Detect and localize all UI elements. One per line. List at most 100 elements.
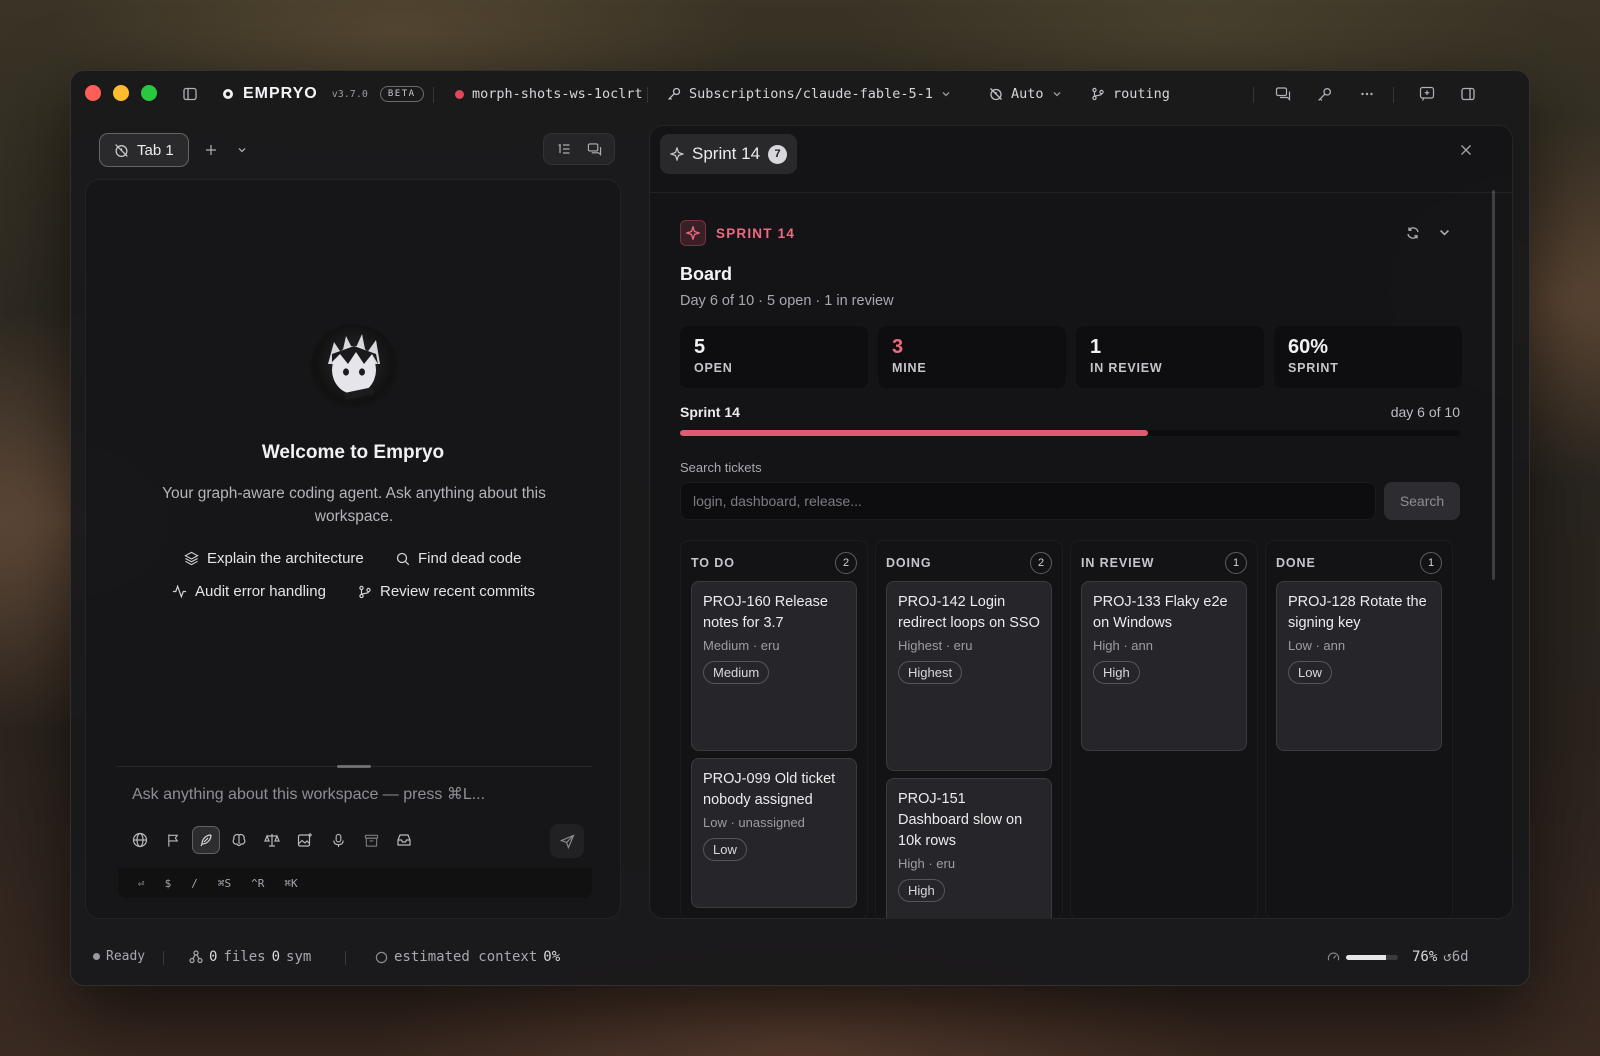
sprint-icon [680,220,706,246]
ticket-card[interactable]: PROJ-142 Login redirect loops on SSO High… [886,581,1052,771]
stat-open: 5 OPEN [680,326,868,388]
app-name: EMPRYO [243,85,318,102]
app-version: v3.7.0 [331,88,368,100]
feather-icon[interactable] [192,826,220,854]
stat-label: MINE [892,361,927,375]
minimize-window-button[interactable] [113,85,129,101]
ticket-card[interactable]: PROJ-133 Flaky e2e on Windows High · ann H… [1081,581,1247,751]
ticket-meta: Low · unassigned [703,815,805,830]
suggestion-review-recent-commits[interactable]: Review recent commits [358,583,535,600]
close-window-button[interactable] [85,85,101,101]
outline-icon[interactable] [552,137,576,161]
panel-scrollbar[interactable] [1492,190,1495,580]
left-toolbar [543,133,615,165]
resize-handle[interactable] [337,765,371,768]
refresh-icon[interactable] [1406,226,1420,240]
ticket-card[interactable]: PROJ-099 Old ticket nobody assigned Low ·… [691,758,857,908]
mode-selector[interactable]: Auto [989,71,1062,117]
chevron-down-icon[interactable] [1438,226,1451,240]
context-value: 0% [543,949,561,965]
globe-icon[interactable] [126,826,154,854]
sidebar-toggle-icon[interactable] [183,71,197,117]
tab-menu-button[interactable] [233,133,251,167]
inbox-icon[interactable] [390,826,418,854]
column-header: IN REVIEW 1 [1081,551,1247,575]
index-stats: 0 files 0 sym [189,949,311,965]
sprint-label: SPRINT 14 [716,225,796,241]
close-icon[interactable] [1460,144,1472,156]
shortcut-enter[interactable]: ⏎ [138,877,145,890]
window-controls [85,85,157,101]
shortcut-bar: ⏎ $ / ⌘S ^R ⌘K [118,868,592,898]
model-selector[interactable]: Subscriptions/claude-fable-5-1 [667,71,951,117]
key-icon[interactable] [1317,71,1332,117]
routing-selector[interactable]: routing [1091,71,1170,117]
sprint-icon [670,147,684,161]
send-icon [559,833,575,849]
shortcut-shell[interactable]: $ [165,877,172,890]
maximize-window-button[interactable] [141,85,157,101]
shortcut-run[interactable]: ^R [251,877,264,890]
more-icon[interactable] [1359,71,1375,117]
timer-off-icon [114,143,129,158]
usage-reset: ↺6d [1443,949,1469,965]
shortcut-slash[interactable]: / [191,877,198,890]
branch-icon [1091,87,1105,101]
chevron-down-icon [237,145,247,155]
flag-icon[interactable] [159,826,187,854]
chat-icon[interactable] [582,137,606,161]
composer-toolbar [126,826,418,854]
stat-in-review: 1 IN REVIEW [1076,326,1264,388]
add-tab-button[interactable] [197,133,225,167]
right-panel-toggle-icon[interactable] [1461,71,1475,117]
composer-input[interactable]: Ask anything about this workspace — pres… [132,784,582,804]
scale-icon[interactable] [258,826,286,854]
loading-spinner-icon [375,951,388,964]
shortcut-save[interactable]: ⌘S [218,877,231,890]
suggestion-find-dead-code[interactable]: Find dead code [396,550,521,567]
timer-off-icon [989,87,1003,101]
ticket-meta: Low · ann [1288,638,1346,653]
suggestion-label: Audit error handling [195,583,326,600]
ticket-title: PROJ-133 Flaky e2e on Windows [1093,594,1228,631]
image-add-icon[interactable] [291,826,319,854]
search-button[interactable]: Search [1384,482,1460,520]
brain-icon[interactable] [225,826,253,854]
suggestion-label: Review recent commits [380,583,536,600]
kanban-board: TO DO 2 PROJ-160 Release notes for 3.7 Medi… [680,540,1453,918]
new-chat-icon[interactable] [1419,71,1435,117]
context-label: estimated context [394,949,538,965]
ticket-search-input[interactable] [680,482,1376,520]
send-button[interactable] [550,824,584,858]
sym-label: sym [286,949,312,965]
files-count: 0 [209,949,218,965]
tab-sprint-14[interactable]: Sprint 14 7 [660,134,798,174]
ticket-card[interactable]: PROJ-160 Release notes for 3.7 Medium · e… [691,581,857,751]
shortcut-command[interactable]: ⌘K [284,877,297,890]
workspace-selector[interactable]: morph-shots-ws-1oclrt [455,71,643,117]
archive-icon[interactable] [357,826,385,854]
chevron-down-icon [1052,89,1062,99]
tab-1[interactable]: Tab 1 [99,133,189,167]
titlebar-divider [1393,87,1394,103]
column-count: 1 [1420,552,1442,574]
priority-badge: Low [703,838,747,861]
stat-sprint: 60% SPRINT [1274,326,1462,388]
ticket-title: PROJ-160 Release notes for 3.7 [703,594,828,631]
suggestion-audit-error-handling[interactable]: Audit error handling [172,583,326,600]
column-count: 2 [835,552,857,574]
stat-value: 60% [1288,336,1329,358]
titlebar-divider [433,87,434,103]
ticket-card[interactable]: PROJ-151 Dashboard slow on 10k rows High … [886,778,1052,918]
stat-label: IN REVIEW [1090,361,1163,375]
chat-icon[interactable] [1275,71,1291,117]
plus-icon [205,144,217,156]
ticket-card[interactable]: PROJ-128 Rotate the signing key Low · ann… [1276,581,1442,751]
suggestion-explain-architecture[interactable]: Explain the architecture [184,550,364,567]
column-header: TO DO 2 [691,551,857,575]
usage-indicator[interactable]: 76% ↺6d [1327,949,1469,965]
stat-value: 5 [694,336,706,358]
status-indicator: Ready [93,949,145,964]
microphone-icon[interactable] [324,826,352,854]
column-title: DOING [886,556,932,570]
